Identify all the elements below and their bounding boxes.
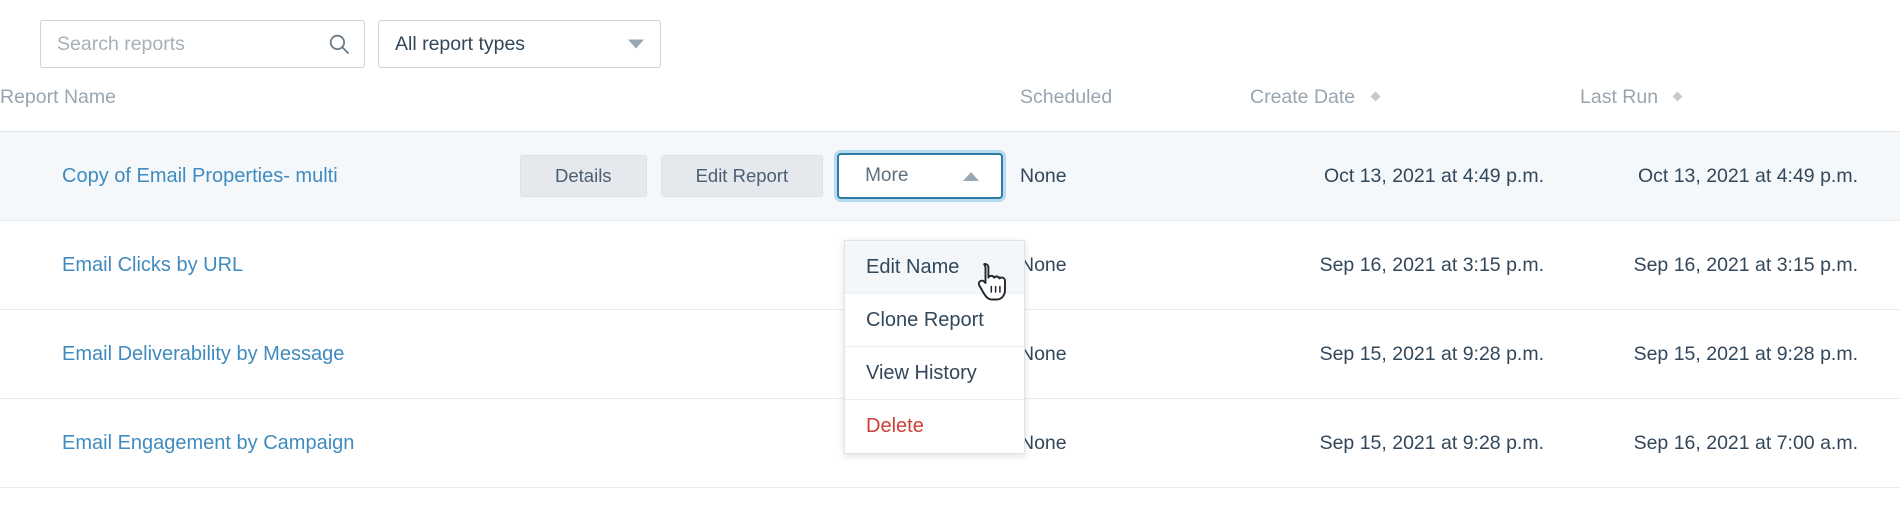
column-header-create-date[interactable]: Create Date: [1250, 86, 1580, 132]
sort-indicator-icon[interactable]: [1673, 92, 1683, 102]
menu-item-delete[interactable]: Delete: [845, 400, 1024, 453]
report-type-selected-value: All report types: [379, 33, 525, 56]
more-button-wrapper: More: [837, 153, 1003, 199]
cell-report-name: Email Deliverability by Message: [0, 310, 520, 399]
more-button[interactable]: More: [837, 153, 1003, 199]
cell-report-name: Copy of Email Properties- multi: [0, 132, 520, 221]
details-button[interactable]: Details: [520, 155, 647, 197]
column-header-scheduled[interactable]: Scheduled: [1020, 86, 1250, 132]
more-dropdown-menu: Edit Name Clone Report View History Dele…: [844, 240, 1025, 454]
cell-create-date: Sep 16, 2021 at 3:15 p.m.: [1250, 221, 1580, 310]
table-header: Report Name Scheduled Create Date Last R…: [0, 86, 1900, 132]
cell-report-name: Email Clicks by URL: [0, 221, 520, 310]
caret-up-icon: [963, 172, 979, 181]
reports-list-page: All report types Report Name Scheduled C…: [0, 0, 1900, 525]
menu-item-view-history[interactable]: View History: [845, 347, 1024, 400]
cell-scheduled: None: [1020, 310, 1250, 399]
report-name-link[interactable]: Email Deliverability by Message: [0, 343, 344, 366]
cell-scheduled: None: [1020, 132, 1250, 221]
column-header-actions: [520, 86, 1020, 132]
search-icon[interactable]: [328, 33, 350, 55]
report-name-link[interactable]: Email Clicks by URL: [0, 254, 243, 277]
edit-report-button[interactable]: Edit Report: [661, 155, 824, 197]
reports-toolbar: All report types: [40, 20, 661, 68]
chevron-down-icon[interactable]: [628, 40, 644, 49]
more-button-label: More: [865, 165, 908, 187]
table-row[interactable]: Copy of Email Properties- multi Details …: [0, 132, 1900, 221]
menu-item-clone-report[interactable]: Clone Report: [845, 294, 1024, 347]
cell-last-run: Oct 13, 2021 at 4:49 p.m.: [1580, 132, 1900, 221]
column-header-label: Scheduled: [1020, 86, 1112, 108]
cell-scheduled: None: [1020, 399, 1250, 488]
cell-scheduled: None: [1020, 221, 1250, 310]
cell-create-date: Oct 13, 2021 at 4:49 p.m.: [1250, 132, 1580, 221]
cell-last-run: Sep 16, 2021 at 7:00 a.m.: [1580, 399, 1900, 488]
cell-report-name: Email Engagement by Campaign: [0, 399, 520, 488]
column-header-label: Create Date: [1250, 86, 1355, 108]
row-action-buttons: Details Edit Report More: [520, 153, 1020, 199]
cell-create-date: Sep 15, 2021 at 9:28 p.m.: [1250, 399, 1580, 488]
sort-indicator-icon[interactable]: [1370, 92, 1380, 102]
cell-last-run: Sep 15, 2021 at 9:28 p.m.: [1580, 310, 1900, 399]
search-input[interactable]: [41, 21, 364, 67]
cell-row-actions: Details Edit Report More: [520, 132, 1020, 221]
search-reports-box[interactable]: [40, 20, 365, 68]
column-header-report-name[interactable]: Report Name: [0, 86, 520, 132]
cell-create-date: Sep 15, 2021 at 9:28 p.m.: [1250, 310, 1580, 399]
column-header-last-run[interactable]: Last Run: [1580, 86, 1900, 132]
report-type-select[interactable]: All report types: [378, 20, 661, 68]
report-name-link[interactable]: Email Engagement by Campaign: [0, 432, 354, 455]
table-header-row: Report Name Scheduled Create Date Last R…: [0, 86, 1900, 132]
column-header-label: Last Run: [1580, 86, 1658, 108]
cell-last-run: Sep 16, 2021 at 3:15 p.m.: [1580, 221, 1900, 310]
menu-item-edit-name[interactable]: Edit Name: [845, 241, 1024, 294]
report-name-link[interactable]: Copy of Email Properties- multi: [0, 165, 338, 188]
column-header-label: Report Name: [0, 86, 116, 108]
